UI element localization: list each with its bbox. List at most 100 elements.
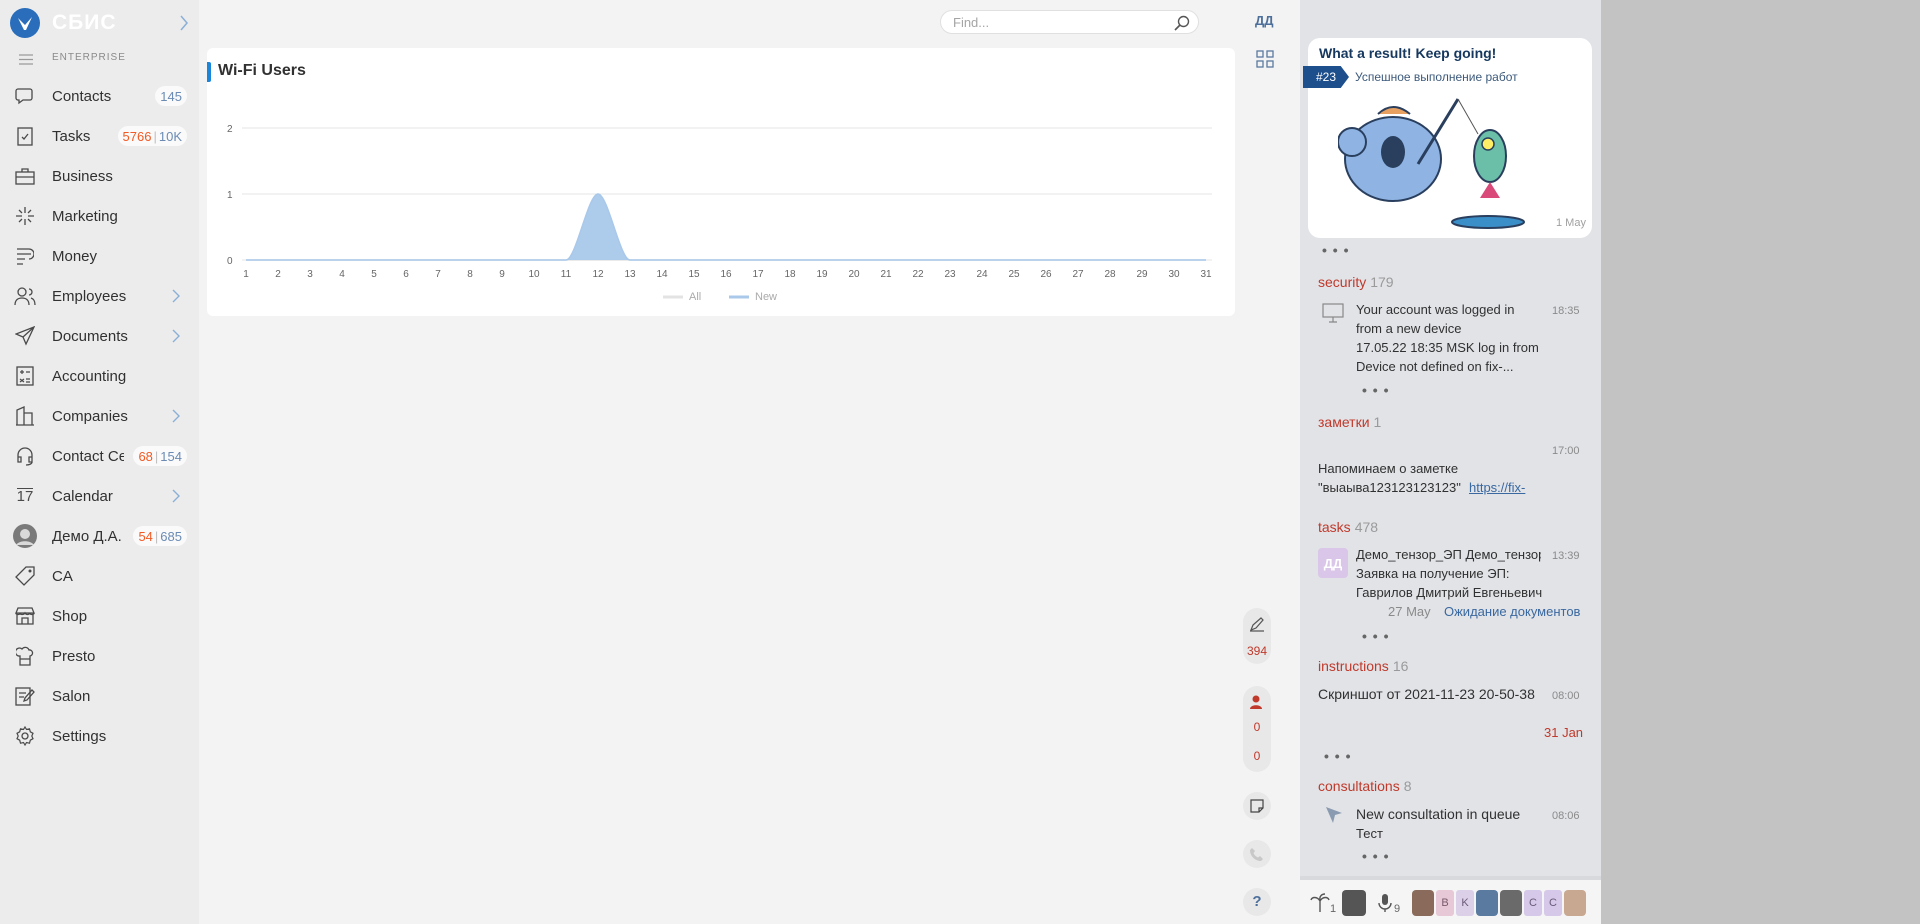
contact-avatar-letter[interactable]: K bbox=[1456, 890, 1474, 916]
user-initials[interactable]: ДД bbox=[1255, 13, 1274, 28]
sbis-logo-icon bbox=[10, 8, 40, 38]
sidebar-item-accounting[interactable]: Accounting bbox=[0, 356, 199, 396]
apps-grid-icon[interactable] bbox=[1256, 50, 1274, 68]
section-title: security bbox=[1318, 274, 1367, 290]
sidebar-item-ca[interactable]: CA bbox=[0, 556, 199, 596]
contact-avatar[interactable] bbox=[1342, 890, 1366, 916]
sidebar-item-shop[interactable]: Shop bbox=[0, 596, 199, 636]
x-tick-label: 4 bbox=[339, 269, 345, 280]
microphone-icon[interactable]: 9 bbox=[1376, 890, 1400, 916]
sidebar-item-contacts[interactable]: Contacts 145 bbox=[0, 76, 199, 116]
contact-avatar-letter[interactable]: B bbox=[1436, 890, 1454, 916]
counter-value: 145 bbox=[160, 88, 182, 104]
logo[interactable]: СБИС bbox=[10, 8, 117, 38]
chevron-right-icon[interactable] bbox=[170, 408, 182, 424]
edition-label: ENTERPRISE bbox=[52, 52, 126, 63]
people-icon bbox=[13, 285, 37, 307]
calendar-day: 17 bbox=[16, 487, 34, 505]
notes-button[interactable] bbox=[1243, 792, 1271, 820]
search-icon[interactable] bbox=[1174, 15, 1190, 31]
section-consultations[interactable]: consultations 8 bbox=[1318, 778, 1412, 794]
section-security[interactable]: security 179 bbox=[1318, 274, 1394, 290]
sidebar-item-calendar[interactable]: 17 Calendar bbox=[0, 476, 199, 516]
sidebar-item-label: Демо Д.А. bbox=[52, 527, 122, 545]
x-tick-label: 7 bbox=[435, 269, 441, 280]
sign-docs-widget[interactable]: 394 bbox=[1243, 608, 1271, 664]
kudos-badge: #23 bbox=[1303, 66, 1349, 88]
section-count: 478 bbox=[1354, 519, 1379, 535]
more-dots-icon[interactable]: • • • bbox=[1362, 382, 1389, 398]
sidebar-item-marketing[interactable]: Marketing bbox=[0, 196, 199, 236]
sidebar-item-tasks[interactable]: Tasks 5766 | 10K bbox=[0, 116, 199, 156]
contact-avatar[interactable] bbox=[1564, 890, 1586, 916]
palm-icon[interactable]: 1 bbox=[1310, 890, 1336, 916]
search-placeholder: Find... bbox=[953, 15, 990, 30]
sidebar-item-settings[interactable]: Settings bbox=[0, 716, 199, 756]
sidebar-item-presto[interactable]: Presto bbox=[0, 636, 199, 676]
contact-avatar[interactable] bbox=[1476, 890, 1498, 916]
sidebar-item-companies[interactable]: Companies bbox=[0, 396, 199, 436]
contact-avatar-letter[interactable]: C bbox=[1524, 890, 1542, 916]
section-notes[interactable]: заметки 1 bbox=[1318, 414, 1381, 430]
sidebar-item-label: Tasks bbox=[52, 127, 91, 145]
sidebar-item-label: Documents bbox=[52, 327, 128, 345]
more-dots-icon[interactable]: • • • bbox=[1324, 748, 1351, 764]
kudos-title: What a result! Keep going! bbox=[1319, 45, 1497, 61]
sidebar-item-label: Companies bbox=[52, 407, 128, 425]
help-button[interactable]: ? bbox=[1243, 888, 1271, 916]
search-input[interactable]: Find... bbox=[940, 10, 1199, 34]
sidebar-item-employees[interactable]: Employees bbox=[0, 276, 199, 316]
more-dots-icon[interactable]: • • • bbox=[1362, 628, 1389, 644]
sidebar-item-label: Business bbox=[52, 167, 113, 185]
x-tick-label: 9 bbox=[499, 269, 505, 280]
help-icon: ? bbox=[1252, 893, 1262, 910]
task-text[interactable]: Заявка на получение ЭП: Гаврилов Дмитрий… bbox=[1356, 564, 1566, 602]
sidebar-item-money[interactable]: Money bbox=[0, 236, 199, 276]
kudos-card[interactable]: What a result! Keep going! #23 Успешное … bbox=[1303, 38, 1592, 238]
chevron-right-icon[interactable] bbox=[170, 328, 182, 344]
kudos-subtitle: Успешное выполнение работ bbox=[1355, 70, 1518, 84]
x-tick-label: 12 bbox=[592, 269, 604, 280]
kudos-date: 1 May bbox=[1556, 217, 1586, 229]
menu-icon[interactable] bbox=[19, 52, 33, 65]
phone-button[interactable] bbox=[1243, 840, 1271, 868]
notes-text[interactable]: Напоминаем о заметке "выаыва123123123123… bbox=[1318, 459, 1478, 497]
security-event-title[interactable]: Your account was logged in from a new de… bbox=[1356, 300, 1516, 338]
task-status[interactable]: Ожидание документов bbox=[1444, 602, 1580, 621]
pen-sign-icon bbox=[1249, 616, 1265, 637]
instructions-time: 08:00 bbox=[1552, 690, 1580, 702]
more-dots-icon[interactable]: • • • bbox=[1362, 848, 1389, 864]
sidebar-item-business[interactable]: Business bbox=[0, 156, 199, 196]
building-pin-icon bbox=[13, 405, 37, 427]
chevron-right-icon[interactable] bbox=[170, 288, 182, 304]
headset-icon bbox=[13, 445, 37, 467]
wifi-users-chart: 0121 2 3 4 5 6 7 8 9 10 11 12 13 14 15 16 17 18 19 20 21 22 23… bbox=[227, 124, 1212, 303]
x-tick-label: 16 bbox=[720, 269, 732, 280]
sidebar-item-contact-center[interactable]: Contact Center 68|154 bbox=[0, 436, 199, 476]
x-tick-label: 18 bbox=[784, 269, 796, 280]
consultation-text[interactable]: New consultation in queue bbox=[1356, 805, 1520, 824]
contact-avatar[interactable] bbox=[1412, 890, 1434, 916]
x-tick-label: 28 bbox=[1104, 269, 1116, 280]
wifi-users-widget: Wi-Fi Users 0 1 2 1 2 3 4 5 6 7 8 9 10 11 12 13 14 15 16 17… bbox=[207, 48, 1235, 316]
chevron-right-icon[interactable] bbox=[170, 488, 182, 504]
sidebar-item-demo-user[interactable]: Демо Д.А. 54 | 685 bbox=[0, 516, 199, 556]
notes-link[interactable]: https://fix- bbox=[1469, 478, 1525, 497]
x-tick-label: 11 bbox=[561, 269, 572, 280]
section-instructions[interactable]: instructions 16 bbox=[1318, 658, 1408, 674]
contacts-widget[interactable]: 0 0 bbox=[1243, 686, 1271, 772]
task-author[interactable]: Демо_тензор_ЭП Демо_тензор bbox=[1356, 545, 1541, 564]
section-tasks[interactable]: tasks 478 bbox=[1318, 519, 1378, 535]
collapse-arrow-icon[interactable] bbox=[177, 12, 191, 34]
sidebar-item-salon[interactable]: Salon bbox=[0, 676, 199, 716]
instructions-text[interactable]: Скриншот от 2021-11-23 20-50-38 bbox=[1318, 685, 1543, 704]
contact-avatar[interactable] bbox=[1500, 890, 1522, 916]
contact-avatar-letter[interactable]: C bbox=[1544, 890, 1562, 916]
counter-value: 68 bbox=[138, 448, 153, 464]
instructions-date: 31 Jan bbox=[1544, 725, 1584, 740]
x-tick-label: 19 bbox=[816, 269, 828, 280]
sidebar-item-documents[interactable]: Documents bbox=[0, 316, 199, 356]
more-dots-icon[interactable]: • • • bbox=[1322, 242, 1349, 258]
sidebar-item-label: Money bbox=[52, 247, 98, 265]
logo-text: СБИС bbox=[52, 11, 117, 34]
